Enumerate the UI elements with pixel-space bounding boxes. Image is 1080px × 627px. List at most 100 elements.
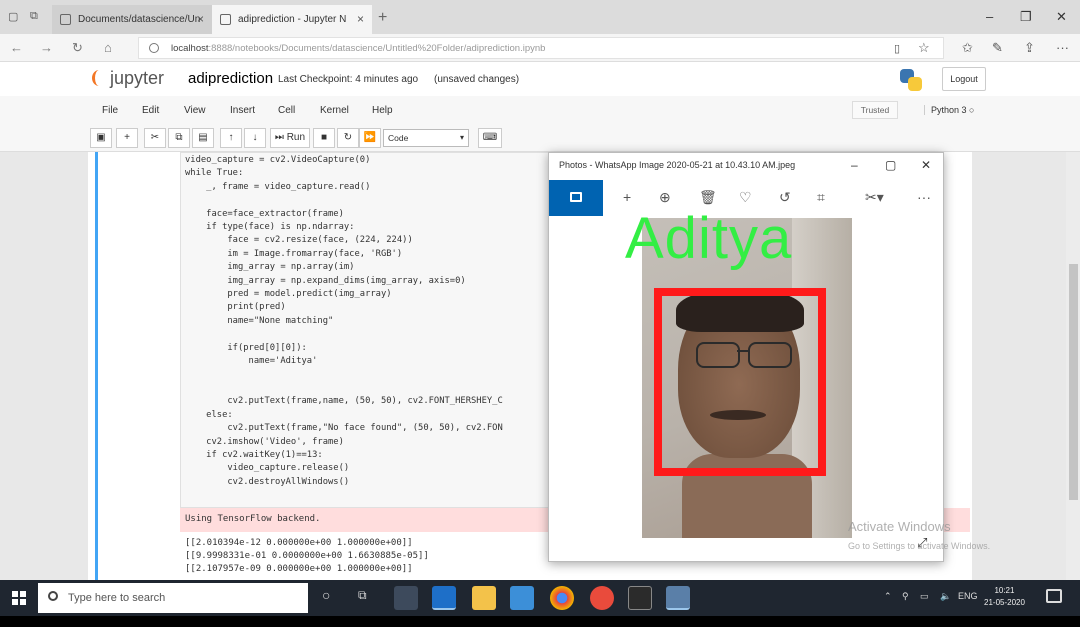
close-icon[interactable]: × [357,12,364,26]
menu-cell[interactable]: Cell [278,105,295,116]
code-line: cv2.imshow('Video', frame) [185,436,344,447]
menu-help[interactable]: Help [372,105,393,116]
insert-cell-icon[interactable]: + [116,128,138,148]
edge-icon[interactable] [432,586,456,610]
selected-cell-indicator [95,152,98,580]
cut-icon[interactable]: ✂ [144,128,166,148]
more-icon[interactable]: ··· [1056,40,1069,55]
new-tab-icon[interactable]: + [378,9,387,27]
maximize-icon[interactable]: ❐ [1020,9,1032,25]
notifications-icon[interactable] [1046,589,1062,603]
home-icon[interactable]: ⌂ [104,40,112,55]
back-tabs-icon[interactable]: ⧉ [30,10,38,23]
code-line: img_array = np.array(im) [185,262,355,273]
code-text: video_capture = cv2.VideoCapture(0) while… [185,154,503,489]
keyboard-icon[interactable]: ⌨ [478,128,502,148]
url-input[interactable]: localhost:8888/notebooks/Documents/datas… [138,37,944,59]
scrollbar-thumb[interactable] [1069,264,1078,500]
tab-label: Documents/datascience/Un [78,14,201,25]
minimize-icon[interactable]: – [851,158,858,172]
store-icon[interactable] [394,586,418,610]
more-icon[interactable]: ··· [917,189,931,205]
forward-arrow-icon[interactable]: → [40,40,53,55]
logout-button[interactable]: Logout [942,67,986,91]
language-indicator[interactable]: ENG [958,591,978,601]
crop-icon[interactable]: ⌗ [817,189,825,206]
unsaved-status: (unsaved changes) [434,74,520,85]
menu-kernel[interactable]: Kernel [320,105,349,116]
move-up-icon[interactable]: ↑ [220,128,242,148]
address-bar: ← → ↻ ⌂ localhost:8888/notebooks/Documen… [0,34,1080,62]
rotate-icon[interactable]: ↺ [779,189,791,206]
minimize-icon[interactable]: – [986,9,993,24]
jupyter-orbit-icon [92,70,106,86]
cell-type-select[interactable]: Code ▾ [383,129,469,147]
code-line: if type(face) is np.ndarray: [185,222,355,233]
task-view-icon[interactable]: ⧉ [358,588,367,603]
delete-icon[interactable]: 🗑 [699,189,717,206]
stop-icon[interactable]: ■ [313,128,335,148]
view-image-button[interactable] [549,180,603,216]
trusted-badge[interactable]: Trusted [852,101,898,119]
favorite-star-icon[interactable]: ☆ [918,40,930,56]
restart-run-all-icon[interactable]: ⏩ [359,128,381,148]
photos-app-icon[interactable] [666,586,690,610]
taskbar-clock[interactable]: 10:21 21-05-2020 [984,585,1025,609]
restart-icon[interactable]: ↻ [337,128,359,148]
paste-icon[interactable]: ▤ [192,128,214,148]
search-icon [48,591,58,601]
photos-window: Photos - WhatsApp Image 2020-05-21 at 10… [548,152,944,562]
cortana-icon[interactable]: ○ [322,587,330,603]
page-scrollbar[interactable] [1066,152,1080,580]
chrome-icon[interactable] [550,586,574,610]
close-icon[interactable]: ✕ [921,158,931,172]
code-line: print(pred) [185,302,286,313]
mail-icon[interactable] [510,586,534,610]
tab-actions-icon[interactable]: ▢ [8,10,18,23]
window-close-icon[interactable]: ✕ [1056,9,1067,25]
run-button[interactable]: ⏭ Run [270,128,310,148]
terminal-icon[interactable] [628,586,652,610]
refresh-icon[interactable]: ↻ [72,40,83,56]
add-icon[interactable]: + [623,189,631,205]
menu-file[interactable]: File [102,105,118,116]
code-line: name='Aditya' [185,356,318,367]
windows-start-icon[interactable] [12,591,26,605]
copy-icon[interactable]: ⧉ [168,128,190,148]
share-icon[interactable]: ⇪ [1024,40,1035,56]
file-explorer-icon[interactable] [472,586,496,610]
tab-documents[interactable]: Documents/datascience/Un × [52,5,212,34]
code-line: img_array = np.expand_dims(img_array, ax… [185,275,466,286]
zoom-icon[interactable]: ⊕ [659,189,671,206]
jupyter-logo[interactable]: jupyter [92,68,164,89]
favorites-icon[interactable]: ✩ [962,40,973,56]
edit-create-icon[interactable]: ✂▾ [865,189,884,206]
notebook-name[interactable]: adiprediction [188,70,273,87]
app-icon[interactable] [590,586,614,610]
clock-date: 21-05-2020 [984,598,1025,607]
network-icon[interactable]: ⚲ [902,591,909,602]
reading-view-icon[interactable]: ▯ [894,42,900,55]
taskbar-search-input[interactable]: Type here to search [38,583,308,613]
show-hidden-icons-icon[interactable]: ⌃ [884,591,892,602]
move-down-icon[interactable]: ↓ [244,128,266,148]
pen-icon[interactable]: ✎ [992,40,1003,56]
volume-icon[interactable]: 🔈 [940,591,951,602]
save-icon[interactable]: ▣ [90,128,112,148]
close-icon[interactable]: × [197,12,204,26]
menu-bar: File Edit View Insert Cell Kernel Help T… [0,96,1080,124]
favorite-heart-icon[interactable]: ♡ [739,189,752,206]
battery-icon[interactable]: ▭ [920,591,929,602]
maximize-icon[interactable]: ▢ [885,158,896,172]
back-arrow-icon[interactable]: ← [10,40,23,55]
prediction-label: Aditya [625,206,793,271]
face-bounding-box [654,288,826,476]
page-icon [220,14,231,25]
menu-view[interactable]: View [184,105,206,116]
tab-adiprediction[interactable]: adiprediction - Jupyter N × [212,5,372,34]
code-line: face=face_extractor(frame) [185,208,344,219]
menu-edit[interactable]: Edit [142,105,159,116]
menu-insert[interactable]: Insert [230,105,255,116]
